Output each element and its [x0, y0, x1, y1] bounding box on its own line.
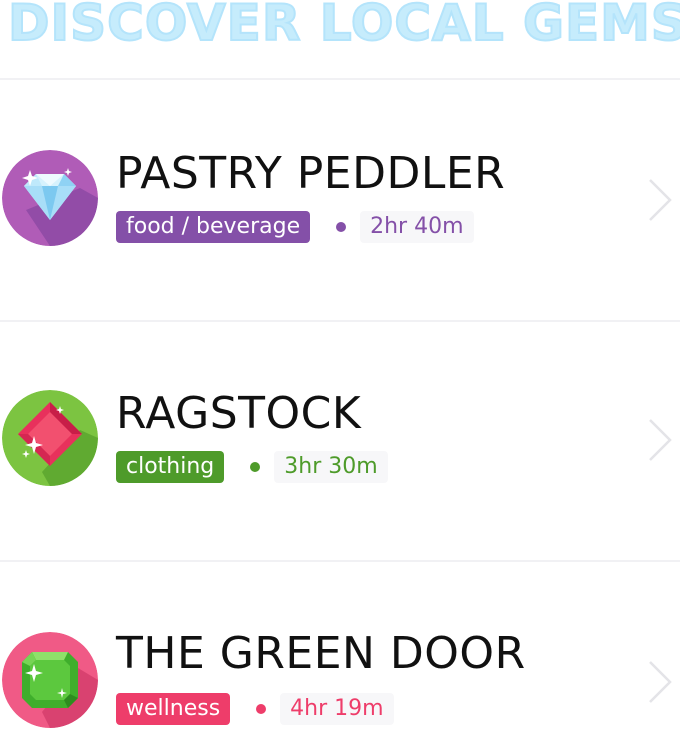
place-meta: wellness 4hr 19m: [116, 692, 394, 726]
category-badge: clothing: [116, 451, 225, 483]
header: DISCOVER LOCAL GEMS: [0, 0, 680, 80]
place-name: RAGSTOCK: [116, 388, 362, 439]
list-item-pastry-peddler[interactable]: PASTRY PEDDLER food / beverage 2hr 40m: [0, 80, 680, 322]
place-meta: clothing 3hr 30m: [116, 450, 388, 484]
chevron-right-icon[interactable]: [644, 658, 674, 706]
duration-badge: 4hr 19m: [280, 693, 394, 725]
duration-badge: 2hr 40m: [360, 211, 474, 243]
place-name: PASTRY PEDDLER: [116, 148, 506, 199]
page-title: DISCOVER LOCAL GEMS: [7, 0, 680, 53]
emerald-gem-icon: [2, 632, 98, 728]
ruby-gem-icon: [2, 390, 98, 486]
chevron-right-icon[interactable]: [644, 416, 674, 464]
separator-dot: [336, 222, 347, 232]
chevron-right-icon[interactable]: [644, 176, 674, 224]
separator-dot: [250, 462, 261, 472]
diamond-gem-icon: [2, 150, 98, 246]
list-item-ragstock[interactable]: RAGSTOCK clothing 3hr 30m: [0, 320, 680, 562]
place-name: THE GREEN DOOR: [116, 628, 526, 679]
category-badge: food / beverage: [116, 211, 311, 243]
category-badge: wellness: [116, 693, 231, 725]
list-item-the-green-door[interactable]: THE GREEN DOOR wellness 4hr 19m: [0, 560, 680, 731]
duration-badge: 3hr 30m: [274, 451, 388, 483]
place-meta: food / beverage 2hr 40m: [116, 210, 474, 244]
separator-dot: [256, 704, 267, 714]
